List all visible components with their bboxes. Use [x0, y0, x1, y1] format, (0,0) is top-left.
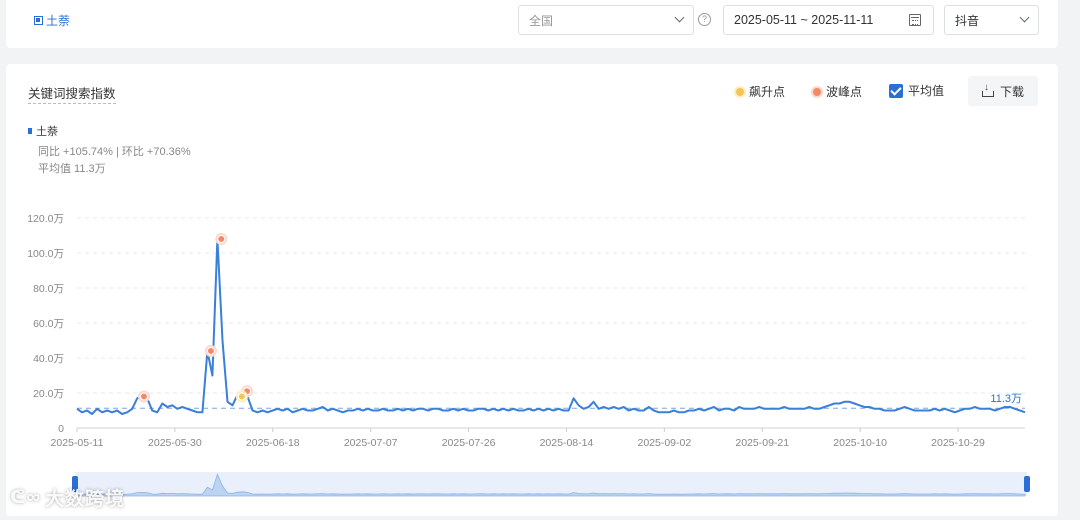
y-tick-label: 20.0万 — [33, 388, 64, 400]
x-tick-label: 2025-08-14 — [540, 437, 594, 449]
peak-point — [217, 235, 226, 243]
marker-points — [137, 233, 254, 403]
x-tick-label: 2025-09-21 — [735, 437, 789, 449]
x-tick-label: 2025-10-10 — [833, 437, 887, 449]
series-lines — [76, 238, 1026, 415]
average-line-label: 11.3万 — [990, 393, 1022, 405]
y-tick-label: 120.0万 — [27, 213, 64, 225]
y-axis-ticks: 0 20.0万 40.0万 60.0万 80.0万 100.0万 120.0万 — [27, 213, 64, 435]
y-tick-label: 40.0万 — [33, 353, 64, 365]
x-tick-label: 2025-10-29 — [931, 437, 985, 449]
y-tick-label: 100.0万 — [27, 248, 64, 260]
rise-point — [237, 392, 246, 401]
x-tick-label: 2025-06-18 — [246, 437, 300, 449]
watermark-text: 大数跨境 — [45, 489, 126, 510]
watermark: ᕦ∞ 大数跨境 — [10, 484, 125, 511]
peak-point — [206, 347, 215, 355]
series-line-tunai — [76, 238, 1026, 415]
x-axis-ticks: 2025-05-11 2025-05-30 2025-06-18 2025-07-07… — [51, 428, 985, 449]
x-tick-label: 2025-05-11 — [51, 437, 104, 449]
overview-handle-right — [1024, 476, 1030, 492]
y-tick-label: 80.0万 — [33, 283, 64, 295]
y-tick-label: 60.0万 — [33, 318, 64, 330]
x-tick-label: 2025-07-07 — [344, 437, 398, 449]
x-tick-label: 2025-07-26 — [442, 437, 496, 449]
chart-grid — [77, 217, 1025, 429]
average-line-group: 11.3万 — [77, 393, 1025, 409]
watermark-logo-icon: ᕦ∞ — [10, 487, 42, 508]
search-index-chart: 0 20.0万 40.0万 60.0万 80.0万 100.0万 120.0万 2025-0… — [27, 213, 1030, 497]
peak-point — [139, 392, 148, 401]
overview-slider[interactable] — [72, 472, 1030, 497]
x-tick-label: 2025-09-02 — [637, 437, 691, 449]
x-tick-label: 2025-05-30 — [148, 437, 202, 449]
y-tick-label: 0 — [58, 423, 64, 435]
